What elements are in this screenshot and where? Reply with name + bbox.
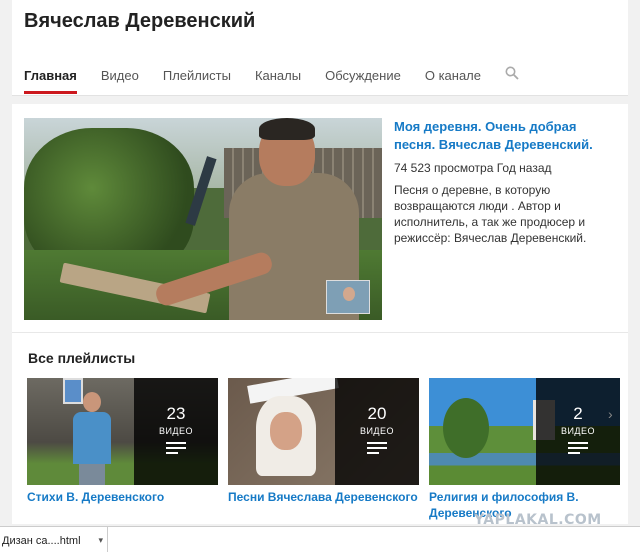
- chevron-down-icon[interactable]: ▾: [98, 535, 103, 546]
- playlist-count-unit: ВИДЕО: [560, 426, 596, 436]
- all-playlists-title[interactable]: Все плейлисты: [28, 350, 135, 366]
- playlist-card[interactable]: 23 ВИДЕО Стихи В. Деревенского: [27, 378, 218, 505]
- featured-video-info: Моя деревня. Очень добрая песня. Вячесла…: [394, 118, 620, 246]
- playlist-count-overlay: 20 ВИДЕО: [335, 378, 419, 485]
- thumb-face: [270, 412, 302, 450]
- thumb-tree: [443, 398, 489, 458]
- tab-home[interactable]: Главная: [12, 60, 89, 96]
- playlist-icon: [367, 442, 387, 454]
- tab-about[interactable]: О канале: [413, 60, 493, 96]
- playlist-thumbnail[interactable]: 2 ВИДЕО: [429, 378, 620, 485]
- playlists-row: 23 ВИДЕО Стихи В. Деревенского 20 ВИДЕО: [27, 378, 627, 524]
- playlist-count-unit: ВИДЕО: [359, 426, 395, 436]
- playlist-thumbnail[interactable]: 20 ВИДЕО: [228, 378, 419, 485]
- tab-channels[interactable]: Каналы: [243, 60, 313, 96]
- download-bar: Дизан са....html ▾: [0, 526, 640, 552]
- channel-title: Вячеслав Деревенский: [24, 10, 256, 32]
- playlist-count: 20: [367, 404, 387, 423]
- playlist-card[interactable]: 2 ВИДЕО Религия и философия В. Деревенск…: [429, 378, 620, 521]
- tab-playlists[interactable]: Плейлисты: [151, 60, 243, 96]
- section-divider: [12, 332, 628, 333]
- thumb-man: [67, 392, 117, 485]
- next-playlists-button[interactable]: ›: [608, 406, 613, 422]
- download-filename: Дизан са....html: [2, 535, 81, 547]
- featured-video-age: Год назад: [496, 161, 552, 175]
- featured-video-meta: 74 523 просмотра Год назад: [394, 160, 620, 176]
- playlist-title[interactable]: Песни Вячеслава Деревенского: [228, 489, 419, 505]
- channel-tabs: Главная Видео Плейлисты Каналы Обсуждени…: [12, 60, 529, 96]
- playlist-thumbnail[interactable]: 23 ВИДЕО: [27, 378, 218, 485]
- channel-search-button[interactable]: [493, 60, 529, 96]
- playlist-count-unit: ВИДЕО: [158, 426, 194, 436]
- download-item[interactable]: Дизан са....html ▾: [0, 527, 108, 552]
- thumb-inset-picture: [326, 280, 370, 314]
- search-icon: [505, 66, 519, 80]
- tab-videos[interactable]: Видео: [89, 60, 151, 96]
- featured-video-thumbnail[interactable]: [24, 118, 382, 320]
- featured-video-views: 74 523 просмотра: [394, 161, 494, 175]
- playlist-count-overlay: 23 ВИДЕО: [134, 378, 218, 485]
- channel-header: Вячеслав Деревенский Главная Видео Плейл…: [12, 0, 628, 96]
- playlist-count-overlay: 2 ВИДЕО: [536, 378, 620, 485]
- chevron-right-icon: ›: [608, 406, 613, 422]
- featured-video-description: Песня о деревне, в которую возвращаются …: [394, 183, 587, 245]
- featured-video-title[interactable]: Моя деревня. Очень добрая песня. Вячесла…: [394, 118, 620, 154]
- playlist-title[interactable]: Стихи В. Деревенского: [27, 489, 218, 505]
- channel-main-content: Моя деревня. Очень добрая песня. Вячесла…: [12, 104, 628, 524]
- playlist-card[interactable]: 20 ВИДЕО Песни Вячеслава Деревенского: [228, 378, 419, 505]
- thumb-person-hair: [259, 118, 315, 140]
- playlist-count: 23: [166, 404, 186, 423]
- playlist-icon: [166, 442, 186, 454]
- playlist-icon: [568, 442, 588, 454]
- tab-discussion[interactable]: Обсуждение: [313, 60, 413, 96]
